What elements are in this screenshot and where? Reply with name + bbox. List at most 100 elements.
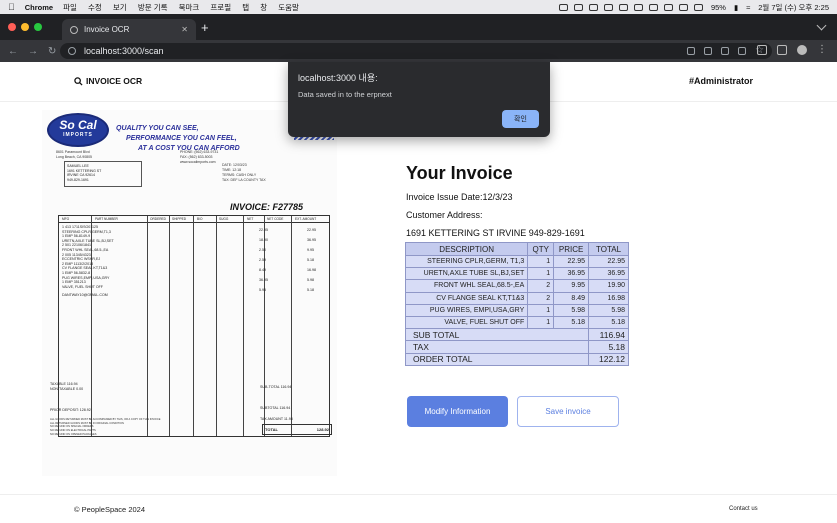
close-window-button[interactable] bbox=[8, 23, 16, 31]
slogan-line: QUALITY YOU CAN SEE, bbox=[116, 125, 199, 132]
cell-total: 5.98 bbox=[588, 303, 629, 317]
net-price: 8.49 bbox=[259, 268, 266, 272]
grid-divider bbox=[193, 216, 194, 436]
install-app-icon[interactable] bbox=[738, 47, 747, 55]
os-menu-item[interactable]: 탭 bbox=[242, 3, 249, 12]
grid-divider bbox=[169, 216, 170, 436]
app-brand[interactable]: INVOICE OCR bbox=[74, 76, 142, 86]
receipt-ext-amounts: 22.95 36.95 9.95 5.18 16.98 5.98 5.18 bbox=[307, 225, 316, 295]
clock[interactable]: 2월 7일 (수) 오후 2:25 bbox=[758, 2, 829, 13]
os-menu-item[interactable]: 방문 기록 bbox=[138, 3, 168, 12]
os-status-area: 95% ▮ ≈ 2월 7일 (수) 오후 2:25 bbox=[558, 2, 829, 13]
total-value: 128.92 bbox=[316, 427, 329, 432]
summary-label: ORDER TOTAL bbox=[404, 352, 590, 366]
alert-message: Data saved in to the erpnext bbox=[298, 90, 392, 99]
downloads-icon[interactable] bbox=[777, 45, 787, 55]
alert-ok-button[interactable]: 확인 bbox=[502, 110, 539, 128]
more-menu-icon[interactable]: ⋮ bbox=[817, 45, 827, 55]
tray-icon[interactable] bbox=[648, 3, 658, 11]
summary-value: 116.94 bbox=[588, 328, 629, 342]
user-name[interactable]: #Administrator bbox=[689, 76, 753, 86]
forward-icon[interactable]: → bbox=[28, 46, 38, 57]
globe-icon bbox=[70, 25, 78, 34]
os-menu-item[interactable]: 북마크 bbox=[179, 3, 200, 12]
grid-col: PART NUMBER bbox=[95, 217, 118, 221]
browser-tab[interactable]: Invoice OCR ✕ bbox=[62, 19, 196, 40]
copyright-text: © PeopleSpace 2024 bbox=[74, 505, 145, 514]
grid-col: NET CODE bbox=[267, 217, 284, 221]
prior-deposit: PRIOR DEPOSIT: 128.92 bbox=[50, 408, 91, 412]
maximize-window-button[interactable] bbox=[34, 23, 42, 31]
tab-search-icon[interactable] bbox=[816, 20, 827, 31]
tray-icon[interactable] bbox=[588, 3, 598, 11]
os-menu-item[interactable]: 수정 bbox=[88, 3, 102, 12]
wifi-icon[interactable]: ≈ bbox=[746, 3, 750, 12]
translate-icon[interactable] bbox=[687, 47, 696, 55]
invoice-table: DESCRIPTION QTY PRICE TOTAL STEERING CPL… bbox=[404, 242, 629, 366]
close-tab-icon[interactable]: ✕ bbox=[181, 25, 188, 34]
table-row: CV FLANGE SEAL KT,T1&3 2 8.49 16.98 bbox=[404, 291, 629, 305]
net-price: 22.95 bbox=[259, 228, 268, 232]
table-row: STEERING CPLR,GERM, T1,3 1 22.95 22.95 bbox=[404, 254, 629, 269]
grid-col: SHIPPED bbox=[172, 217, 186, 221]
receipt-meta: DATE: 12/03/23 TIME: 12:18 TERMS: CASH O… bbox=[222, 163, 266, 183]
omnibox-tools: ☆ bbox=[687, 46, 764, 56]
back-icon[interactable]: ← bbox=[8, 46, 18, 57]
cell-total: 19.90 bbox=[588, 279, 629, 293]
zoom-icon[interactable] bbox=[704, 47, 713, 55]
tray-icon[interactable] bbox=[573, 3, 583, 11]
os-menu-item[interactable]: 보기 bbox=[113, 3, 127, 12]
battery-percent[interactable]: 95% bbox=[711, 3, 726, 12]
company-logo: So Cal IMPORTS bbox=[47, 113, 109, 147]
os-menu-item[interactable]: 창 bbox=[260, 3, 267, 12]
receipt-total-box: TOTAL 128.92 bbox=[262, 424, 332, 435]
tray-icon[interactable] bbox=[678, 3, 688, 11]
save-invoice-button[interactable]: Save invoice bbox=[517, 396, 619, 427]
tax-amount-line: TAX AMOUNT 11.98 bbox=[260, 417, 293, 421]
contact-us-link[interactable]: Contact us bbox=[729, 506, 758, 512]
modify-information-button[interactable]: Modify Information bbox=[407, 396, 508, 427]
receipt-line-items: 1 413 1711SISO01125 STEERING CPLR,GERM,T… bbox=[62, 225, 114, 298]
cell-qty: 1 bbox=[527, 315, 555, 330]
grid-col: B/O bbox=[197, 217, 203, 221]
tray-icon[interactable] bbox=[558, 3, 568, 11]
summary-row-tax: TAX 5.18 bbox=[404, 340, 629, 354]
tray-icon[interactable] bbox=[603, 3, 613, 11]
reload-icon[interactable]: ↻ bbox=[48, 46, 56, 57]
cell-price: 8.49 bbox=[553, 291, 590, 305]
os-app-name[interactable]: Chrome bbox=[25, 3, 53, 12]
ext-amount: 5.98 bbox=[307, 278, 314, 282]
grid-col: SUGG bbox=[219, 217, 229, 221]
receipt-email: DANTWAY10@GMAIL.COM bbox=[62, 293, 108, 298]
url-text[interactable]: localhost:3000/scan bbox=[84, 46, 164, 56]
site-info-icon[interactable] bbox=[68, 47, 76, 55]
tray-icon[interactable] bbox=[633, 3, 643, 11]
customer-address-label: Customer Address: bbox=[406, 210, 483, 220]
logo-text: So Cal bbox=[59, 118, 97, 132]
cell-description: CV FLANGE SEAL KT,T1&3 bbox=[404, 291, 529, 305]
ext-amount: 16.98 bbox=[307, 268, 316, 272]
receipt-slogan: QUALITY YOU CAN SEE, PERFORMANCE YOU CAN… bbox=[116, 124, 240, 154]
fine-line: NO REFUND ON OPENED PACKAGES bbox=[50, 432, 97, 436]
cell-qty: 2 bbox=[527, 279, 555, 293]
col-total: TOTAL bbox=[588, 242, 629, 256]
new-tab-button[interactable]: + bbox=[201, 20, 209, 35]
customer-address-value: 1691 KETTERING ST IRVINE 949-829-1691 bbox=[406, 228, 585, 238]
os-menu-item[interactable]: 파일 bbox=[63, 3, 77, 12]
grid-divider bbox=[147, 216, 148, 436]
tray-icon[interactable] bbox=[663, 3, 673, 11]
tray-icon[interactable] bbox=[618, 3, 628, 11]
address-bar[interactable]: localhost:3000/scan ☆ bbox=[60, 43, 772, 59]
minimize-window-button[interactable] bbox=[21, 23, 29, 31]
battery-icon[interactable]: ▮ bbox=[734, 3, 738, 12]
sidebar-icon[interactable] bbox=[757, 45, 767, 55]
tray-icon[interactable] bbox=[693, 3, 703, 11]
receipt-bill-to: SAMUEL LEE 1691 KETTERING ST IRVINE CA 9… bbox=[64, 161, 142, 187]
apple-icon[interactable]:  bbox=[8, 2, 15, 12]
profile-avatar[interactable] bbox=[797, 45, 807, 55]
os-menu-item[interactable]: 도움말 bbox=[278, 3, 299, 12]
os-menu-item[interactable]: 프로필 bbox=[210, 3, 231, 12]
table-row: PUG WIRES, EMPI,USA,GRY 1 5.98 5.98 bbox=[404, 303, 629, 317]
receipt-grid-header: MFG PART NUMBER ORDERED SHIPPED B/O SUGG… bbox=[59, 216, 329, 223]
share-icon[interactable] bbox=[721, 47, 730, 55]
